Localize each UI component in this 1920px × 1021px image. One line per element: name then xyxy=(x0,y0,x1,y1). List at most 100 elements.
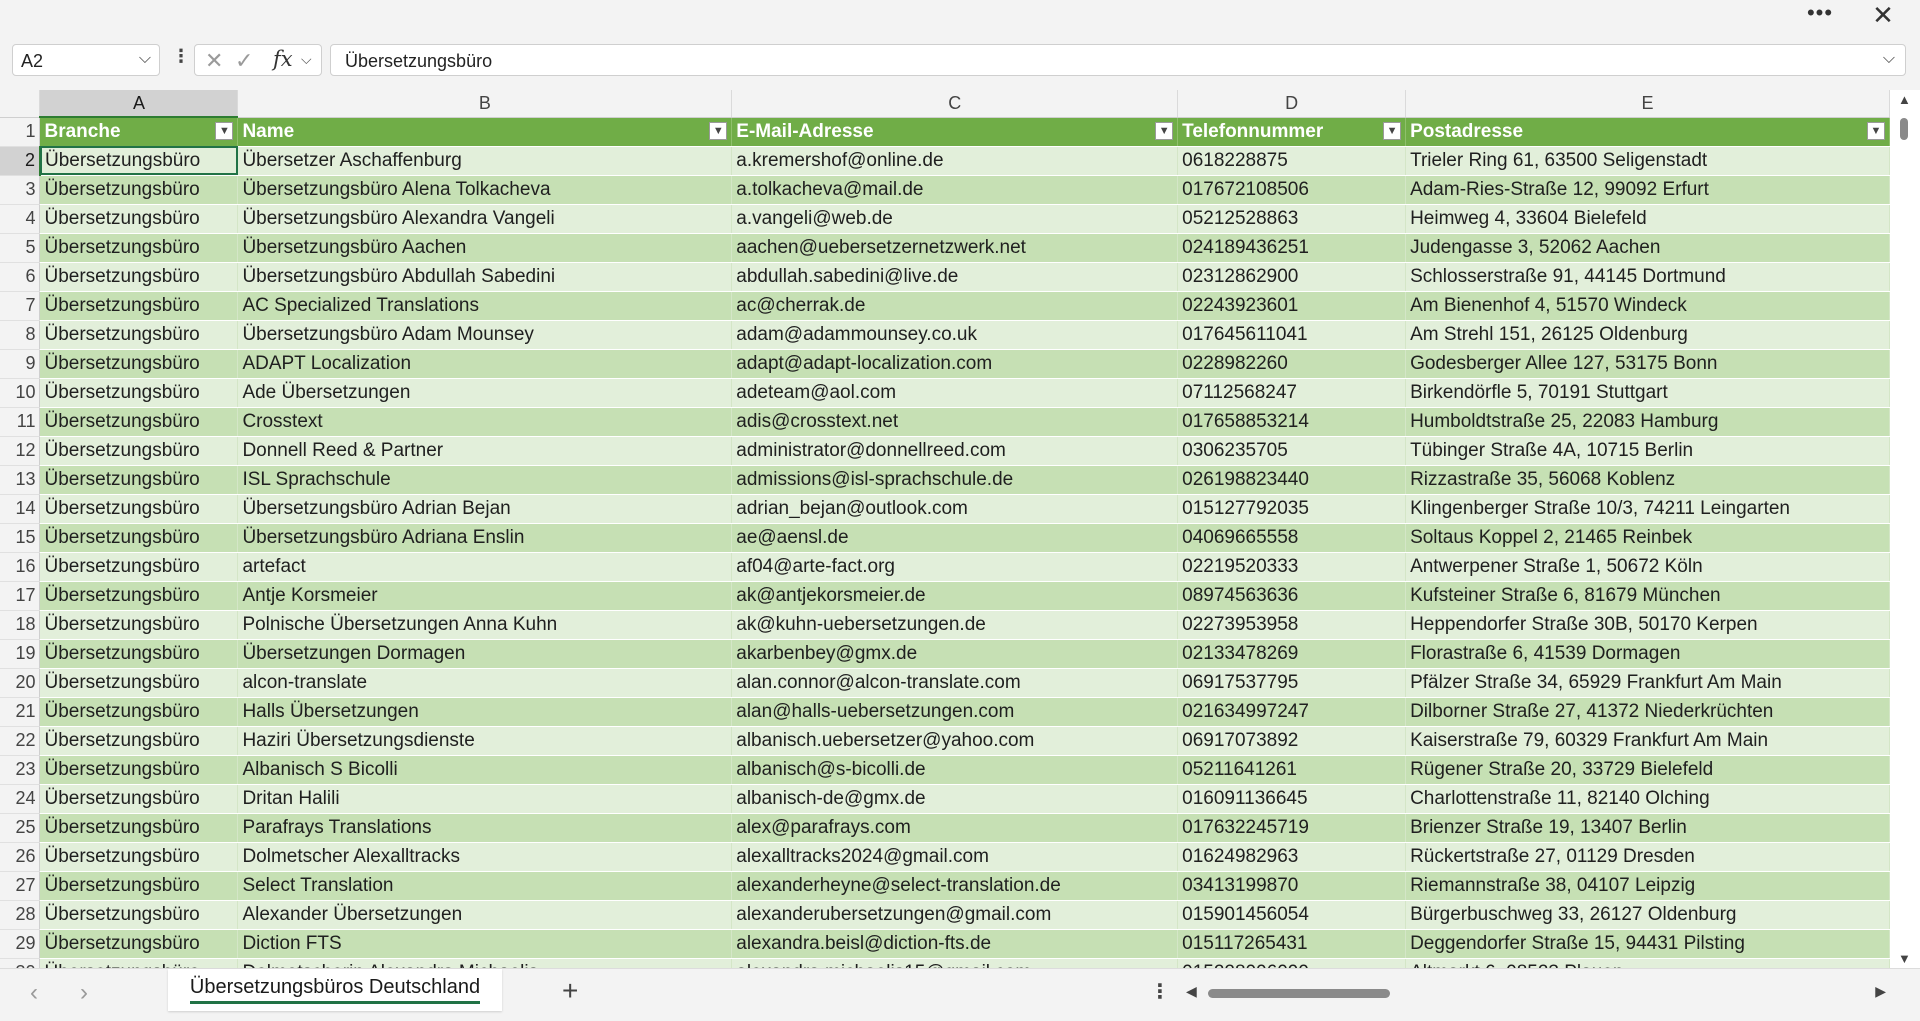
table-cell[interactable]: Rügener Straße 20, 33729 Bielefeld xyxy=(1405,755,1890,785)
name-box[interactable]: A2 ⌵ xyxy=(12,44,160,76)
table-cell[interactable]: Bürgerbuschweg 33, 26127 Oldenburg xyxy=(1405,900,1890,930)
table-cell[interactable]: ak@kuhn-uebersetzungen.de xyxy=(731,610,1179,640)
horizontal-scrollbar[interactable]: ◀ ▶ xyxy=(1186,983,1886,1003)
table-cell[interactable]: 0306235705 xyxy=(1177,436,1407,466)
table-cell[interactable]: Select Translation xyxy=(237,871,733,901)
table-cell[interactable]: Alexander Übersetzungen xyxy=(237,900,733,930)
table-header-cell[interactable]: E-Mail-Adresse ▼ xyxy=(731,117,1179,147)
table-cell[interactable]: Birkendörfle 5, 70191 Stuttgart xyxy=(1405,378,1890,408)
vertical-dots-icon[interactable]: ⋮ xyxy=(172,46,190,67)
row-header[interactable]: 29 xyxy=(0,929,41,959)
table-cell[interactable]: a.vangeli@web.de xyxy=(731,204,1179,234)
column-header-d[interactable]: D xyxy=(1177,90,1407,118)
table-cell[interactable]: 04069665558 xyxy=(1177,523,1407,553)
table-cell[interactable]: Übersetzer Aschaffenburg xyxy=(237,146,733,176)
table-cell[interactable]: Übersetzungsbüro xyxy=(39,581,239,611)
table-cell[interactable]: Haziri Übersetzungsdienste xyxy=(237,726,733,756)
table-cell[interactable]: a.tolkacheva@mail.de xyxy=(731,175,1179,205)
table-cell[interactable]: Rückertstraße 27, 01129 Dresden xyxy=(1405,842,1890,872)
table-cell[interactable]: Übersetzungsbüro xyxy=(39,929,239,959)
table-cell[interactable]: 05211641261 xyxy=(1177,755,1407,785)
table-cell[interactable]: 017645611041 xyxy=(1177,320,1407,350)
table-cell[interactable]: Diction FTS xyxy=(237,929,733,959)
row-header[interactable]: 13 xyxy=(0,465,41,495)
table-cell[interactable]: 016091136645 xyxy=(1177,784,1407,814)
table-cell[interactable]: Übersetzungsbüro Aachen xyxy=(237,233,733,263)
chevron-down-icon[interactable]: ⌵ xyxy=(301,51,312,68)
row-header[interactable]: 23 xyxy=(0,755,41,785)
table-cell[interactable]: Übersetzungsbüro xyxy=(39,262,239,292)
table-cell[interactable]: Humboldtstraße 25, 22083 Hamburg xyxy=(1405,407,1890,437)
row-header[interactable]: 30 xyxy=(0,958,41,968)
formula-input[interactable]: Übersetzungsbüro ⌵ xyxy=(330,44,1906,76)
row-header[interactable]: 17 xyxy=(0,581,41,611)
table-cell[interactable]: Übersetzungsbüro xyxy=(39,465,239,495)
active-cell[interactable]: Übersetzungsbüro xyxy=(39,146,239,176)
table-cell[interactable]: Übersetzungsbüro xyxy=(39,523,239,553)
row-header[interactable]: 28 xyxy=(0,900,41,930)
table-cell[interactable]: alexalltracks2024@gmail.com xyxy=(731,842,1179,872)
table-cell[interactable]: Übersetzungsbüro xyxy=(39,813,239,843)
scroll-right-icon[interactable]: ▶ xyxy=(1875,983,1886,1000)
table-cell[interactable]: adapt@adapt-localization.com xyxy=(731,349,1179,379)
table-cell[interactable]: 01624982963 xyxy=(1177,842,1407,872)
table-cell[interactable]: 017658853214 xyxy=(1177,407,1407,437)
row-header[interactable]: 9 xyxy=(0,349,41,379)
table-cell[interactable]: Polnische Übersetzungen Anna Kuhn xyxy=(237,610,733,640)
table-cell[interactable]: administrator@donnellreed.com xyxy=(731,436,1179,466)
table-cell[interactable]: Übersetzungsbüro xyxy=(39,552,239,582)
table-cell[interactable]: ISL Sprachschule xyxy=(237,465,733,495)
table-cell[interactable]: 08974563636 xyxy=(1177,581,1407,611)
vertical-scrollbar[interactable]: ▲ ▼ xyxy=(1890,90,1920,968)
table-cell[interactable]: Trieler Ring 61, 63500 Seligenstadt xyxy=(1405,146,1890,176)
table-header-cell[interactable]: Branche ▼ xyxy=(39,117,239,147)
table-cell[interactable]: Ade Übersetzungen xyxy=(237,378,733,408)
row-header[interactable]: 27 xyxy=(0,871,41,901)
table-cell[interactable]: Übersetzungsbüro xyxy=(39,407,239,437)
table-cell[interactable]: admissions@isl-sprachschule.de xyxy=(731,465,1179,495)
table-cell[interactable]: af04@arte-fact.org xyxy=(731,552,1179,582)
table-cell[interactable]: Übersetzungen Dormagen xyxy=(237,639,733,669)
table-cell[interactable]: akarbenbey@gmx.de xyxy=(731,639,1179,669)
table-cell[interactable]: Übersetzungsbüro Alexandra Vangeli xyxy=(237,204,733,234)
table-cell[interactable]: Judengasse 3, 52062 Aachen xyxy=(1405,233,1890,263)
sheet-tab-active[interactable]: Übersetzungsbüros Deutschland xyxy=(168,969,502,1011)
table-cell[interactable]: 02133478269 xyxy=(1177,639,1407,669)
table-cell[interactable]: Antje Korsmeier xyxy=(237,581,733,611)
table-cell[interactable]: ae@aensl.de xyxy=(731,523,1179,553)
scroll-left-icon[interactable]: ◀ xyxy=(1186,983,1197,1000)
add-sheet-icon[interactable]: + xyxy=(562,975,578,1007)
cancel-icon[interactable]: ✕ xyxy=(205,48,223,74)
table-cell[interactable]: Pfälzer Straße 34, 65929 Frankfurt Am Ma… xyxy=(1405,668,1890,698)
row-header[interactable]: 21 xyxy=(0,697,41,727)
row-header[interactable]: 22 xyxy=(0,726,41,756)
filter-dropdown-icon[interactable]: ▼ xyxy=(215,122,234,140)
scroll-down-icon[interactable]: ▼ xyxy=(1898,951,1911,966)
row-header[interactable]: 3 xyxy=(0,175,41,205)
table-cell[interactable]: alex@parafrays.com xyxy=(731,813,1179,843)
close-icon[interactable]: ✕ xyxy=(1868,2,1898,28)
table-cell[interactable]: Übersetzungsbüro Alena Tolkacheva xyxy=(237,175,733,205)
row-header[interactable]: 19 xyxy=(0,639,41,669)
table-cell[interactable]: 0228982260 xyxy=(1177,349,1407,379)
row-header[interactable]: 14 xyxy=(0,494,41,524)
table-cell[interactable]: Adam-Ries-Straße 12, 99092 Erfurt xyxy=(1405,175,1890,205)
row-header[interactable]: 6 xyxy=(0,262,41,292)
row-header[interactable]: 8 xyxy=(0,320,41,350)
table-cell[interactable]: Am Bienenhof 4, 51570 Windeck xyxy=(1405,291,1890,321)
table-cell[interactable]: Kaiserstraße 79, 60329 Frankfurt Am Main xyxy=(1405,726,1890,756)
row-header[interactable]: 2 xyxy=(0,146,41,176)
table-cell[interactable]: Deggendorfer Straße 15, 94431 Pilsting xyxy=(1405,929,1890,959)
table-cell[interactable]: Übersetzungsbüro xyxy=(39,204,239,234)
table-cell[interactable]: Übersetzungsbüro xyxy=(39,349,239,379)
table-cell[interactable]: Dilborner Straße 27, 41372 Niederkrüchte… xyxy=(1405,697,1890,727)
table-cell[interactable]: 02312862900 xyxy=(1177,262,1407,292)
table-cell[interactable]: Heimweg 4, 33604 Bielefeld xyxy=(1405,204,1890,234)
row-header[interactable]: 10 xyxy=(0,378,41,408)
table-cell[interactable]: Altmarkt 6, 08523 Plauen xyxy=(1405,958,1890,968)
filter-dropdown-icon[interactable]: ▼ xyxy=(1383,121,1402,140)
table-cell[interactable]: abdullah.sabedini@live.de xyxy=(731,262,1179,292)
table-cell[interactable]: adeteam@aol.com xyxy=(731,378,1179,408)
table-cell[interactable]: Übersetzungsbüro Adrian Bejan xyxy=(237,494,733,524)
table-cell[interactable]: 07112568247 xyxy=(1177,378,1407,408)
